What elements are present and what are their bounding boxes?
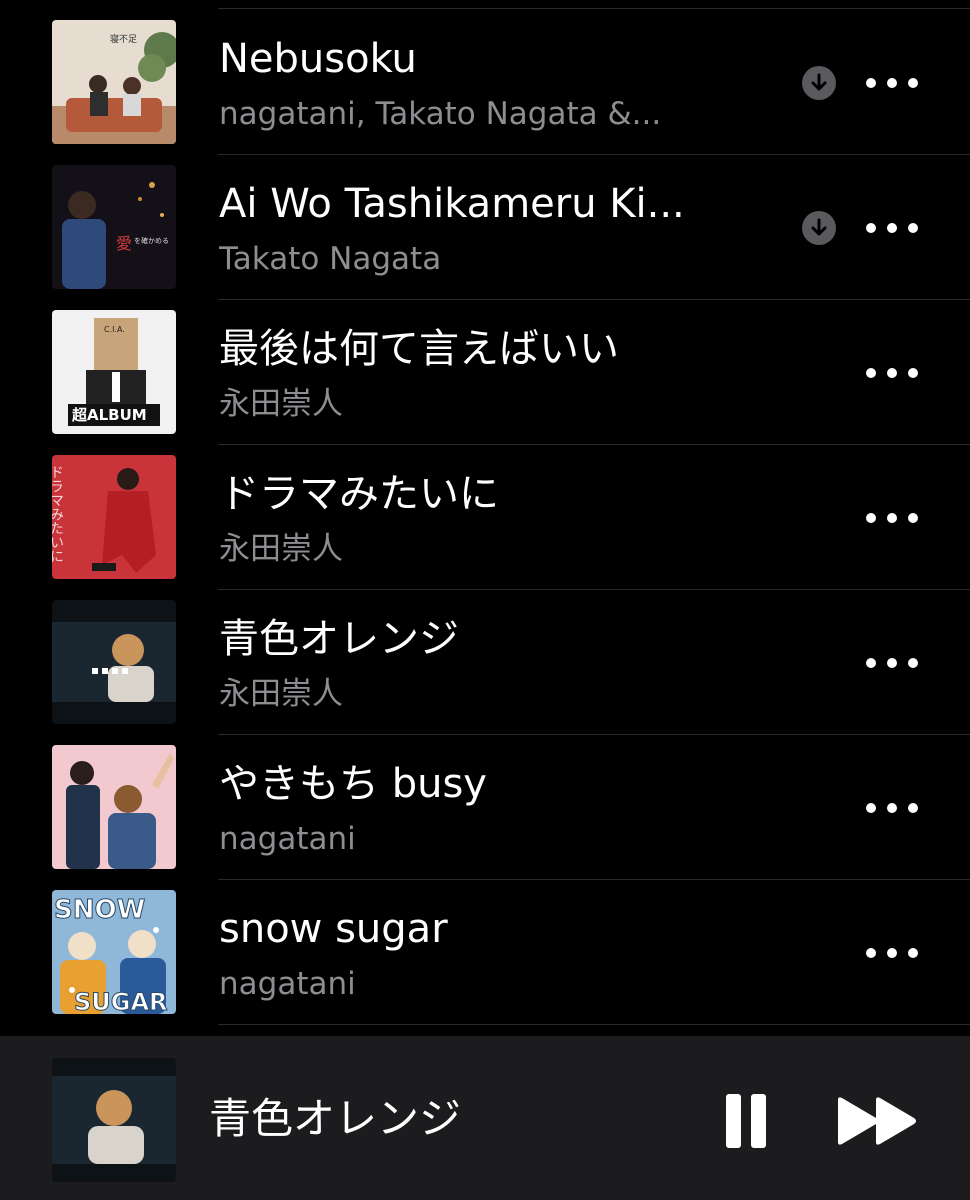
song-title: 最後は何て言えばいい (219, 326, 619, 372)
song-artist: nagatani, Takato Nagata &... (219, 96, 662, 132)
sugar-art-text: SUGAR (74, 988, 168, 1014)
svg-text:を確かめる: を確かめる (134, 236, 169, 245)
album-art-snow-sugar: SNOW SUGAR (52, 890, 176, 1014)
pause-icon[interactable] (722, 1094, 770, 1148)
more-dots-icon[interactable] (866, 795, 918, 821)
song-title: 青色オレンジ (219, 616, 459, 662)
more-dots-icon[interactable] (866, 360, 918, 386)
song-artist: Takato Nagata (219, 241, 442, 277)
more-dots-icon[interactable] (866, 650, 918, 676)
svg-text:寝不足: 寝不足 (110, 33, 137, 45)
song-artist: nagatani (219, 966, 356, 1002)
song-row[interactable]: 寝不足 Nebusoku nagatani, Takato Nagata &..… (0, 10, 970, 155)
song-row[interactable]: やきもち busy nagatani (0, 735, 970, 880)
drama-art-text: ドラマみたいに (52, 465, 64, 563)
download-circle-icon[interactable] (802, 211, 836, 245)
song-row[interactable]: 愛 を確かめる Ai Wo Tashikameru Ki... Takato N… (0, 155, 970, 300)
album-art-nebusoku: 寝不足 (52, 20, 176, 144)
song-title: snow sugar (219, 906, 448, 952)
fast-forward-icon[interactable] (836, 1096, 920, 1146)
song-artist: 永田崇人 (219, 676, 343, 712)
album-art-aoiro (52, 600, 176, 724)
song-title: やきもち busy (219, 761, 487, 807)
album-art-drama: ドラマみたいに (52, 455, 176, 579)
more-dots-icon[interactable] (866, 215, 918, 241)
list-top-divider (218, 8, 970, 9)
more-dots-icon[interactable] (866, 70, 918, 96)
song-list: 寝不足 Nebusoku nagatani, Takato Nagata &..… (0, 10, 970, 1025)
svg-text:愛: 愛 (116, 234, 132, 253)
song-row[interactable]: 青色オレンジ 永田崇人 (0, 590, 970, 735)
song-title: Nebusoku (219, 36, 417, 82)
album-art-ai-wo: 愛 を確かめる (52, 165, 176, 289)
more-dots-icon[interactable] (866, 940, 918, 966)
song-artist: 永田崇人 (219, 386, 343, 422)
now-playing-title[interactable]: 青色オレンジ (209, 1094, 461, 1144)
song-title: Ai Wo Tashikameru Ki... (219, 181, 685, 227)
album-art-yakimochi (52, 745, 176, 869)
song-title: ドラマみたいに (219, 471, 499, 517)
now-playing-album-art[interactable] (52, 1058, 176, 1182)
snow-art-text: SNOW (54, 895, 145, 925)
album-art-cia: C.I.A. 超ALBUM (52, 310, 176, 434)
download-circle-icon[interactable] (802, 66, 836, 100)
row-divider (218, 1024, 970, 1025)
song-row[interactable]: ドラマみたいに ドラマみたいに 永田崇人 (0, 445, 970, 590)
svg-text:C.I.A.: C.I.A. (104, 325, 125, 334)
song-artist: nagatani (219, 821, 356, 857)
song-artist: 永田崇人 (219, 531, 343, 567)
cia-album-art-text: 超ALBUM (71, 406, 147, 424)
mini-player[interactable]: 青色オレンジ (0, 1036, 970, 1200)
song-row[interactable]: C.I.A. 超ALBUM 最後は何て言えばいい 永田崇人 (0, 300, 970, 445)
song-row[interactable]: SNOW SUGAR snow sugar nagatani (0, 880, 970, 1025)
more-dots-icon[interactable] (866, 505, 918, 531)
